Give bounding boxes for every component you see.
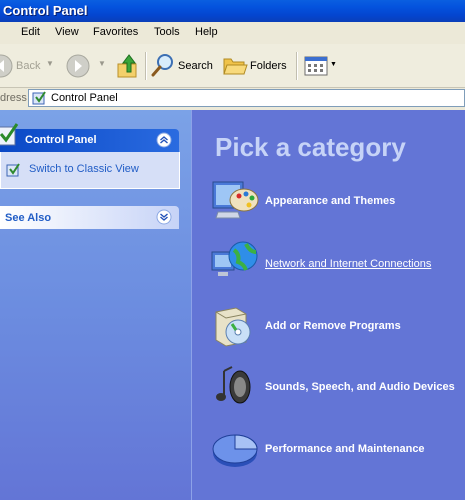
toolbar-separator xyxy=(145,52,147,80)
folders-button[interactable] xyxy=(222,54,248,81)
back-dropdown-icon[interactable]: ▼ xyxy=(46,59,54,68)
switch-classic-view-link[interactable]: Switch to Classic View xyxy=(29,163,139,175)
see-also-header[interactable]: See Also xyxy=(0,206,179,229)
up-folder-icon xyxy=(117,54,137,78)
page-heading: Pick a category xyxy=(215,132,406,162)
window-title: Control Panel xyxy=(3,3,88,18)
collapse-chevron-icon[interactable] xyxy=(156,132,172,148)
toolbar: Back ▼ ▼ Search Folders ▼ xyxy=(0,44,465,88)
address-value: Control Panel xyxy=(51,92,118,104)
control-panel-header[interactable]: Control Panel xyxy=(0,123,179,152)
toolbar-separator xyxy=(296,52,298,80)
category-appearance-themes[interactable]: Appearance and Themes xyxy=(265,195,395,207)
speaker-music-icon[interactable] xyxy=(210,363,260,409)
menu-tools[interactable]: Tools xyxy=(154,26,180,38)
views-button[interactable] xyxy=(304,56,328,81)
forward-arrow-icon xyxy=(66,54,90,78)
views-grid-icon xyxy=(304,56,328,76)
control-panel-icon xyxy=(32,91,46,105)
menu-favorites[interactable]: Favorites xyxy=(93,26,138,38)
network-globe-icon[interactable] xyxy=(210,240,260,286)
pie-chart-icon[interactable] xyxy=(210,425,260,471)
add-remove-programs-icon[interactable] xyxy=(210,302,260,348)
forward-dropdown-icon[interactable]: ▼ xyxy=(98,59,106,68)
menu-edit[interactable]: Edit xyxy=(21,26,40,38)
control-panel-body: Switch to Classic View xyxy=(0,152,180,189)
address-bar: dress Control Panel xyxy=(0,88,465,111)
menu-help[interactable]: Help xyxy=(195,26,218,38)
folders-label[interactable]: Folders xyxy=(250,60,287,72)
appearance-themes-icon[interactable] xyxy=(210,178,260,224)
menu-view[interactable]: View xyxy=(55,26,79,38)
search-label[interactable]: Search xyxy=(178,60,213,72)
category-performance-maintenance[interactable]: Performance and Maintenance xyxy=(265,443,425,455)
control-panel-title: Control Panel xyxy=(25,134,97,146)
see-also-title: See Also xyxy=(5,212,52,224)
category-add-remove-programs[interactable]: Add or Remove Programs xyxy=(265,320,401,332)
category-network-connections[interactable]: Network and Internet Connections xyxy=(265,258,431,270)
search-icon xyxy=(151,54,173,77)
views-dropdown-icon[interactable]: ▼ xyxy=(330,61,337,68)
title-bar: Control Panel xyxy=(0,0,465,22)
menu-bar: Edit View Favorites Tools Help xyxy=(0,22,465,45)
back-arrow-icon xyxy=(0,54,13,78)
address-input[interactable]: Control Panel xyxy=(28,89,465,107)
classic-view-icon xyxy=(6,163,20,177)
search-button[interactable] xyxy=(151,53,175,82)
address-label: dress xyxy=(0,92,27,104)
folders-icon xyxy=(223,58,248,75)
up-folder-button[interactable] xyxy=(115,52,141,85)
back-button[interactable] xyxy=(0,54,13,83)
back-label: Back xyxy=(16,60,41,72)
expand-chevron-icon[interactable] xyxy=(156,209,172,225)
task-pane: Control Panel Switch to Classic View See… xyxy=(0,110,191,500)
forward-button[interactable] xyxy=(66,54,90,83)
control-panel-checklist-icon xyxy=(0,123,19,146)
category-sounds-audio[interactable]: Sounds, Speech, and Audio Devices xyxy=(265,381,455,393)
